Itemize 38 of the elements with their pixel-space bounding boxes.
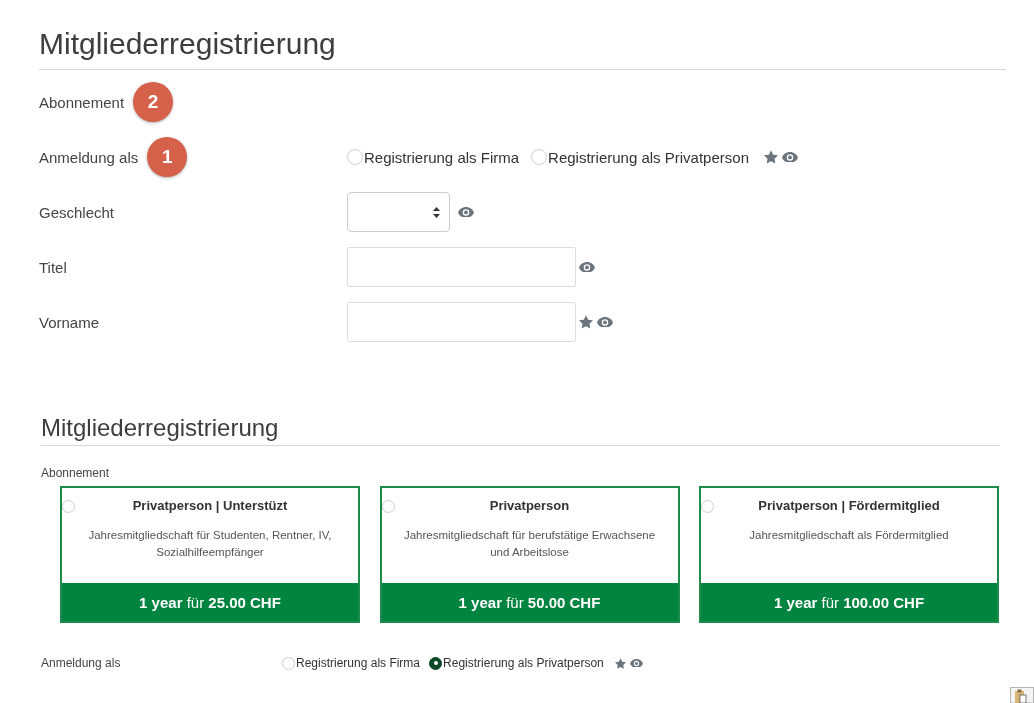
plan-title: Privatperson | Unterstüzt (132, 498, 288, 514)
text-field[interactable] (347, 247, 576, 287)
field-label: Vorname (39, 313, 100, 331)
price-banner: 1 year für 50.00 CHF (381, 583, 678, 621)
radio-label: Registrierung als Firma (296, 656, 421, 670)
clipboard-icon (1010, 687, 1034, 703)
plan-description: Jahresmitgliedschaft für berufstätige Erwachsene und Arbeitslose (402, 528, 657, 560)
plan-card[interactable]: Privatperson | Unterstüzt Jahresmitgliedschaft für Studenten, Rentner, IV, Sozialhilfeempfänger 1 year für 25.00 CHF (60, 486, 360, 623)
radio-label: Registrierung als Privatperson (548, 148, 749, 166)
select-field[interactable] (347, 192, 450, 232)
radio-label: Registrierung als Privatperson (443, 656, 604, 670)
plan-description: Jahresmitgliedschaft als Fördermitglied (748, 528, 950, 543)
eye-icon (458, 206, 474, 218)
eye-icon (782, 151, 798, 163)
radio-label: Registrierung als Firma (364, 148, 520, 166)
eye-icon (629, 658, 643, 668)
field-label: Anmeldung als (39, 148, 139, 166)
price-banner: 1 year für 100.00 CHF (701, 583, 997, 621)
plan-card[interactable]: Privatperson Jahresmitgliedschaft für berufstätige Erwachsene und Arbeitslose 1 year für 50.00 CHF (379, 486, 680, 623)
plan-title: Privatperson (489, 498, 570, 514)
radio-button[interactable] (429, 656, 443, 670)
plan-title: Privatperson | Fördermitglied (758, 498, 940, 514)
field-label: Abonnement (39, 93, 125, 111)
price-banner: 1 year für 25.00 CHF (62, 583, 358, 621)
field-label: Geschlecht (39, 203, 115, 221)
eye-icon (579, 261, 595, 273)
plan-card[interactable]: Privatperson | Fördermitglied Jahresmitgliedschaft als Fördermitglied 1 year für 100.00 CHF (699, 486, 999, 623)
field-label: Anmeldung als (41, 656, 121, 670)
field-label: Titel (39, 258, 67, 276)
step-number-badge: 2 (133, 82, 174, 122)
step-number-badge: 1 (147, 137, 188, 177)
form-title: Mitgliederregistrierung (39, 26, 336, 62)
updown-caret-icon (433, 206, 440, 218)
text-field[interactable] (347, 302, 576, 342)
field-label: Abonnement (41, 466, 110, 480)
form-title: Mitgliederregistrierung (41, 414, 279, 442)
plan-description: Jahresmitgliedschaft für Studenten, Rentner, IV, Sozialhilfeempfänger (87, 528, 333, 560)
eye-icon (597, 316, 613, 328)
